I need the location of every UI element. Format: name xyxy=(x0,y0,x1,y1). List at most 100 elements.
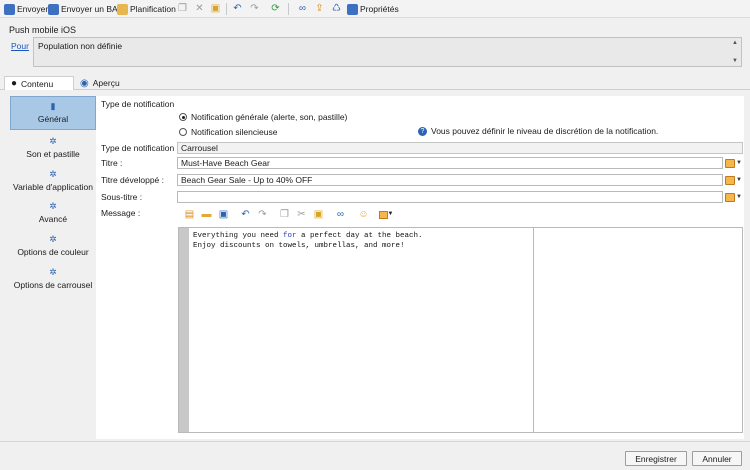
personalization-icon xyxy=(725,175,735,185)
link-icon[interactable]: ∞ xyxy=(297,3,308,14)
send-button[interactable]: Envoyer xyxy=(4,2,48,16)
notification-kind-label: Type de notification : xyxy=(101,143,179,153)
nav-color-options-label: Options de couleur xyxy=(17,247,89,257)
radio-silent-label: Notification silencieuse xyxy=(191,127,278,137)
cancel-button[interactable]: Annuler xyxy=(692,451,742,466)
refresh-icon[interactable]: ⟳ xyxy=(270,3,281,14)
copy-icon[interactable]: ❐ xyxy=(279,209,290,220)
radio-general-indicator[interactable] xyxy=(179,113,187,121)
emoji-icon[interactable]: ☺ xyxy=(358,209,369,220)
paste-icon[interactable]: ▣ xyxy=(313,209,324,220)
target-link[interactable]: Pour xyxy=(11,41,29,51)
title-input[interactable]: Must-Have Beach Gear xyxy=(177,157,723,169)
nav-app-variable-label: Variable d'application xyxy=(13,182,93,192)
population-field[interactable]: Population non définie ▲ ▼ xyxy=(33,37,742,67)
notification-kind-select[interactable]: Carrousel xyxy=(177,142,743,154)
extended-title-input[interactable]: Beach Gear Sale - Up to 40% OFF xyxy=(177,174,723,186)
scroll-down-icon[interactable]: ▼ xyxy=(732,58,738,64)
nav-app-variable[interactable]: ✲ Variable d'application xyxy=(10,164,96,198)
clipboard-icon: ▮ xyxy=(50,101,56,111)
tab-preview-label: Aperçu xyxy=(92,78,120,88)
settings-icon: ✲ xyxy=(49,267,57,277)
chevron-down-icon: ▼ xyxy=(387,211,394,217)
cut-icon[interactable]: ✂ xyxy=(296,209,307,220)
chevron-down-icon: ▼ xyxy=(736,194,742,200)
personalization-icon xyxy=(378,210,388,219)
info-icon: ? xyxy=(418,126,427,136)
extended-title-personalize-button[interactable]: ▼ xyxy=(725,174,745,186)
copy-icon[interactable]: ❐ xyxy=(177,3,188,14)
message-label: Message : xyxy=(101,208,141,218)
nav-advanced-label: Avancé xyxy=(38,214,68,224)
radio-general[interactable]: Notification générale (alerte, son, past… xyxy=(179,112,347,122)
radio-silent[interactable]: Notification silencieuse xyxy=(179,127,277,137)
nav-general[interactable]: ▮ Général xyxy=(10,96,96,130)
undo-icon[interactable]: ↶ xyxy=(232,3,243,14)
nav-advanced[interactable]: ✲ Avancé xyxy=(10,196,96,230)
send-label: Envoyer xyxy=(17,4,49,14)
redo-icon[interactable]: ↷ xyxy=(257,209,268,220)
delivery-title: Push mobile iOS xyxy=(9,25,77,35)
settings-icon: ✲ xyxy=(49,234,57,244)
undo-icon[interactable]: ↶ xyxy=(240,209,251,220)
nav-color-options[interactable]: ✲ Options de couleur xyxy=(10,229,96,263)
lock-icon[interactable]: ▣ xyxy=(210,3,221,14)
upload-icon[interactable]: ⇪ xyxy=(314,3,325,14)
send-proof-button[interactable]: Envoyer un BAT xyxy=(48,2,122,16)
send-mail-icon xyxy=(4,3,15,15)
open-folder-icon[interactable]: ▬ xyxy=(201,209,212,220)
radio-silent-indicator[interactable] xyxy=(179,128,187,136)
message-line1-keyword: for xyxy=(283,232,297,240)
nav-carousel-options-label: Options de carrousel xyxy=(13,280,93,290)
settings-icon: ✲ xyxy=(49,169,57,179)
eye-icon: ◉ xyxy=(80,77,89,89)
title-label: Titre : xyxy=(101,158,123,168)
save-button[interactable]: Enregistrer xyxy=(625,451,687,466)
redo-icon[interactable]: ↷ xyxy=(249,3,260,14)
message-line1-part2: a perfect day at the beach. xyxy=(296,232,423,240)
message-editor[interactable]: Everything you need for a perfect day at… xyxy=(178,227,743,433)
nav-sound-badge[interactable]: ✲ Son et pastille xyxy=(10,131,96,165)
schedule-button[interactable]: Planification xyxy=(117,2,176,16)
delete-icon[interactable]: ✕ xyxy=(194,3,205,14)
panel-scrollbar[interactable] xyxy=(744,91,750,441)
message-line1-part1: Everything you need xyxy=(193,232,284,240)
editor-toolbar: ▤ ▬ ▣ ↶ ↷ ❐ ✂ ▣ ∞ ☺ ▼ xyxy=(182,209,432,222)
properties-label: Propriétés xyxy=(360,4,399,14)
send-proof-label: Envoyer un BAT xyxy=(61,4,123,14)
nav-sound-badge-label: Son et pastille xyxy=(26,149,80,159)
extended-title-value: Beach Gear Sale - Up to 40% OFF xyxy=(181,175,313,185)
schedule-label: Planification xyxy=(130,4,176,14)
message-line2: Enjoy discounts on towels, umbrellas, an… xyxy=(193,242,405,250)
personalization-menu-button[interactable]: ▼ xyxy=(377,209,395,220)
nav-general-label: Général xyxy=(37,114,69,124)
tab-preview[interactable]: ◉ Aperçu xyxy=(74,76,130,90)
subtitle-personalize-button[interactable]: ▼ xyxy=(725,191,745,203)
message-text[interactable]: Everything you need for a perfect day at… xyxy=(193,231,423,251)
tab-content-label: Contenu xyxy=(21,78,54,89)
apple-icon: ● xyxy=(11,78,18,89)
population-scrollbar[interactable]: ▲ ▼ xyxy=(731,40,739,64)
search-icon[interactable]: ∞ xyxy=(335,209,346,220)
editor-split-divider xyxy=(533,228,534,432)
personalization-icon xyxy=(725,192,735,202)
notification-kind-value: Carrousel xyxy=(181,143,218,153)
properties-icon xyxy=(347,3,358,15)
side-navigation: ▮ Général ✲ Son et pastille ✲ Variable d… xyxy=(6,96,96,436)
title-value: Must-Have Beach Gear xyxy=(181,158,270,168)
info-message: ? Vous pouvez définir le niveau de discr… xyxy=(418,126,658,136)
extended-title-label: Titre développé : xyxy=(101,175,164,185)
subtitle-input[interactable] xyxy=(177,191,723,203)
personalize-icon[interactable]: ♺ xyxy=(331,3,342,14)
properties-button[interactable]: Propriétés xyxy=(347,2,399,16)
nav-carousel-options[interactable]: ✲ Options de carrousel xyxy=(10,262,96,296)
new-file-icon[interactable]: ▤ xyxy=(184,209,195,220)
save-icon[interactable]: ▣ xyxy=(218,209,229,220)
editor-gutter xyxy=(179,228,189,432)
chevron-down-icon: ▼ xyxy=(736,177,742,183)
subtitle-label: Sous-titre : xyxy=(101,192,143,202)
title-personalize-button[interactable]: ▼ xyxy=(725,157,745,169)
send-proof-icon xyxy=(48,3,59,15)
scroll-up-icon[interactable]: ▲ xyxy=(732,40,738,46)
tab-content[interactable]: ● Contenu xyxy=(4,76,74,90)
